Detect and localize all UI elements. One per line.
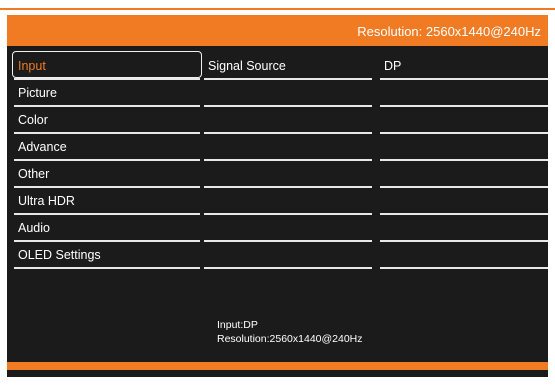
title-bar: Resolution: 2560x1440@240Hz bbox=[7, 15, 548, 46]
value-item[interactable] bbox=[380, 188, 548, 215]
menu-item-input[interactable]: Input bbox=[12, 51, 202, 80]
value-item[interactable] bbox=[380, 215, 548, 242]
value-item-dp[interactable]: DP bbox=[380, 53, 548, 80]
row-label: Signal Source bbox=[208, 59, 286, 73]
row-label: Other bbox=[18, 167, 50, 181]
row-label: Color bbox=[18, 113, 48, 127]
bottom-accent-bar bbox=[7, 362, 548, 370]
submenu-item[interactable] bbox=[204, 161, 372, 188]
menu-item-advance[interactable]: Advance bbox=[14, 134, 200, 161]
menu-item-other[interactable]: Other bbox=[14, 161, 200, 188]
resolution-header: Resolution: 2560x1440@240Hz bbox=[357, 24, 541, 39]
row-divider bbox=[14, 267, 200, 269]
menu-item-color[interactable]: Color bbox=[14, 107, 200, 134]
submenu-item[interactable] bbox=[204, 242, 372, 269]
menu-item-picture[interactable]: Picture bbox=[14, 80, 200, 107]
row-label: OLED Settings bbox=[18, 248, 101, 262]
value-item[interactable] bbox=[380, 80, 548, 107]
row-label: Ultra HDR bbox=[18, 194, 75, 208]
menu-item-ultra-hdr[interactable]: Ultra HDR bbox=[14, 188, 200, 215]
value-item[interactable] bbox=[380, 107, 548, 134]
row-label: Audio bbox=[18, 221, 50, 235]
info-input: Input:DP bbox=[217, 319, 258, 331]
info-resolution: Resolution:2560x1440@240Hz bbox=[217, 333, 363, 345]
submenu-item[interactable] bbox=[204, 134, 372, 161]
info-panel: Input:DP Resolution:2560x1440@240Hz bbox=[217, 318, 363, 346]
menu-item-audio[interactable]: Audio bbox=[14, 215, 200, 242]
row-divider bbox=[380, 267, 548, 269]
submenu-item[interactable] bbox=[204, 215, 372, 242]
submenu-item[interactable] bbox=[204, 107, 372, 134]
value-item[interactable] bbox=[380, 161, 548, 188]
submenu: Signal Source bbox=[204, 53, 372, 269]
submenu-item-signal-source[interactable]: Signal Source bbox=[204, 53, 372, 80]
row-label: DP bbox=[384, 59, 402, 73]
top-accent-line bbox=[0, 8, 555, 10]
menu-item-oled-settings[interactable]: OLED Settings bbox=[14, 242, 200, 269]
main-menu: Input Picture Color Advance Other Ultra HDR Au… bbox=[12, 51, 202, 269]
osd-menu: Resolution: 2560x1440@240Hz Input Picture… bbox=[7, 15, 548, 377]
value-item[interactable] bbox=[380, 134, 548, 161]
row-label: Advance bbox=[18, 140, 67, 154]
row-label: Input bbox=[18, 59, 46, 73]
submenu-item[interactable] bbox=[204, 80, 372, 107]
row-label: Picture bbox=[18, 86, 57, 100]
row-divider bbox=[204, 267, 372, 269]
value-item[interactable] bbox=[380, 242, 548, 269]
submenu-item[interactable] bbox=[204, 188, 372, 215]
value-column: DP bbox=[380, 53, 548, 269]
